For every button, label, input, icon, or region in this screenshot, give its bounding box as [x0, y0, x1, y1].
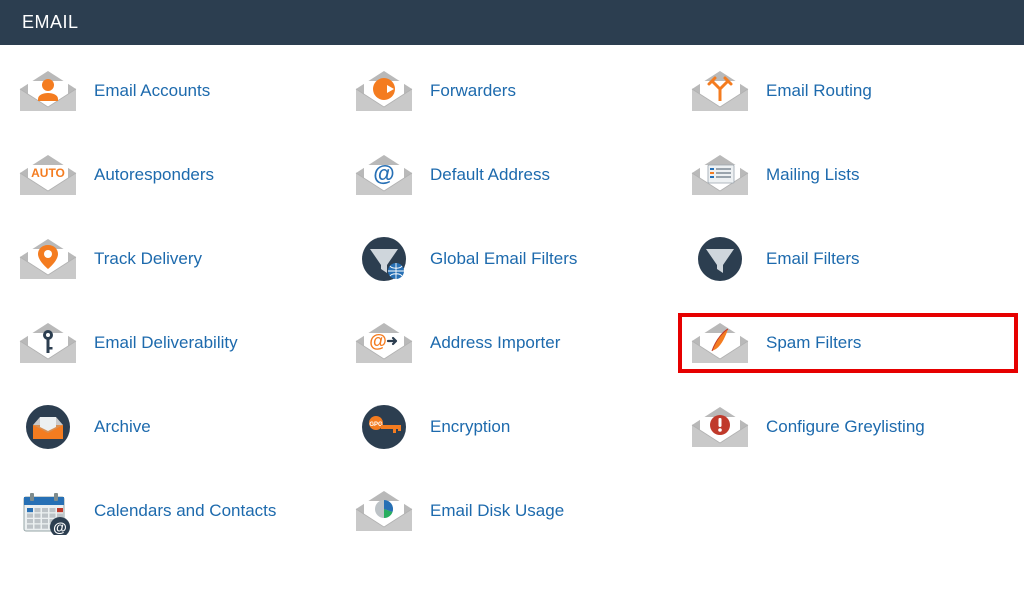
item-configure-greylisting[interactable]: Configure Greylisting [680, 399, 1016, 455]
section-title: EMAIL [22, 12, 79, 32]
item-autoresponders[interactable]: AUTO Autoresponders [8, 147, 344, 203]
item-email-filters[interactable]: Email Filters [680, 231, 1016, 287]
item-label: Global Email Filters [430, 249, 577, 269]
envelope-at-icon: @ [354, 151, 414, 199]
item-spam-filters[interactable]: Spam Filters [680, 315, 1016, 371]
item-label: Configure Greylisting [766, 417, 925, 437]
envelope-key-icon [18, 319, 78, 367]
archive-box-icon [18, 403, 78, 451]
item-email-deliverability[interactable]: Email Deliverability [8, 315, 344, 371]
item-label: Email Routing [766, 81, 872, 101]
envelope-feather-icon [690, 319, 750, 367]
item-label: Archive [94, 417, 151, 437]
envelope-list-icon [690, 151, 750, 199]
item-label: Spam Filters [766, 333, 861, 353]
item-label: Email Accounts [94, 81, 210, 101]
item-label: Track Delivery [94, 249, 202, 269]
envelope-arrow-icon [354, 67, 414, 115]
item-label: Address Importer [430, 333, 560, 353]
funnel-globe-icon [354, 235, 414, 283]
funnel-icon [690, 235, 750, 283]
section-header: EMAIL [0, 0, 1024, 45]
item-label: Email Filters [766, 249, 860, 269]
svg-text:GPG: GPG [369, 422, 383, 428]
email-grid: Email Accounts Forwarders Email Routing … [0, 45, 1024, 539]
item-label: Autoresponders [94, 165, 214, 185]
svg-text:@: @ [373, 161, 394, 186]
svg-text:@: @ [53, 519, 67, 535]
item-forwarders[interactable]: Forwarders [344, 63, 680, 119]
envelope-person-icon [18, 67, 78, 115]
item-default-address[interactable]: @ Default Address [344, 147, 680, 203]
svg-text:AUTO: AUTO [31, 166, 65, 180]
item-label: Forwarders [430, 81, 516, 101]
svg-text:@: @ [369, 331, 387, 351]
item-label: Calendars and Contacts [94, 501, 276, 521]
item-label: Encryption [430, 417, 510, 437]
calendar-at-icon: @ [18, 487, 78, 535]
item-label: Email Disk Usage [430, 501, 564, 521]
envelope-pin-icon [18, 235, 78, 283]
item-address-importer[interactable]: @ Address Importer [344, 315, 680, 371]
item-track-delivery[interactable]: Track Delivery [8, 231, 344, 287]
envelope-auto-icon: AUTO [18, 151, 78, 199]
envelope-import-icon: @ [354, 319, 414, 367]
envelope-split-icon [690, 67, 750, 115]
item-email-routing[interactable]: Email Routing [680, 63, 1016, 119]
envelope-pie-icon [354, 487, 414, 535]
item-label: Mailing Lists [766, 165, 860, 185]
gpg-key-icon: GPG [354, 403, 414, 451]
item-label: Default Address [430, 165, 550, 185]
item-archive[interactable]: Archive [8, 399, 344, 455]
item-mailing-lists[interactable]: Mailing Lists [680, 147, 1016, 203]
item-encryption[interactable]: GPG Encryption [344, 399, 680, 455]
item-global-email-filters[interactable]: Global Email Filters [344, 231, 680, 287]
envelope-alert-icon [690, 403, 750, 451]
item-email-accounts[interactable]: Email Accounts [8, 63, 344, 119]
item-email-disk-usage[interactable]: Email Disk Usage [344, 483, 680, 539]
item-calendars-and-contacts[interactable]: @ Calendars and Contacts [8, 483, 344, 539]
item-label: Email Deliverability [94, 333, 238, 353]
